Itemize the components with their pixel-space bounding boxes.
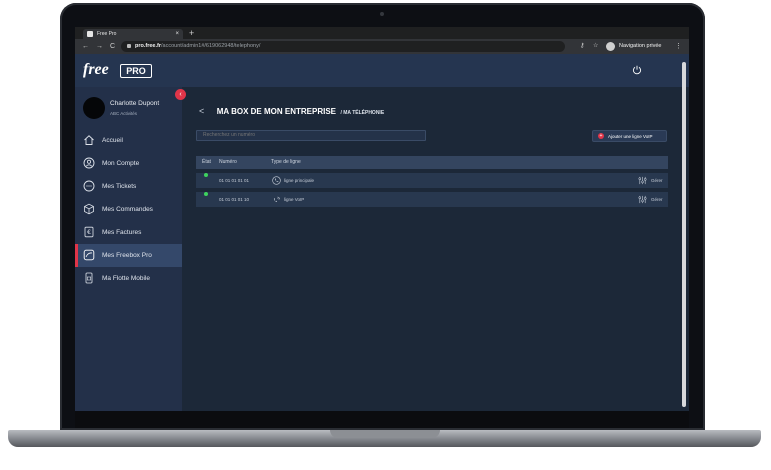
- url-input[interactable]: pro.free.fr/account/admin1#/61906294​8/t…: [121, 41, 565, 52]
- sidebar-item-accueil[interactable]: Accueil: [75, 129, 182, 152]
- sidebar-item-mes-freebox-pro[interactable]: Mes Freebox Pro: [75, 244, 182, 267]
- url-domain: pro.free.fr: [135, 43, 161, 49]
- forward-arrow-icon[interactable]: →: [96, 39, 103, 54]
- user-company: ABC Activités: [110, 111, 138, 116]
- freebox-icon: [83, 249, 95, 261]
- lock-icon: [127, 44, 131, 48]
- table-row[interactable]: 01 01 01 01 10 ligne VoIP Gérer: [196, 192, 668, 207]
- svg-text:€: €: [87, 229, 91, 236]
- tab-title: Free Pro: [97, 31, 117, 37]
- sidebar-item-label: Ma Flotte Mobile: [102, 275, 151, 282]
- header-line-type: Type de ligne: [271, 159, 301, 165]
- laptop-screen-chin: [75, 411, 689, 428]
- plus-icon: +: [598, 133, 604, 139]
- manage-link[interactable]: Gérer: [651, 192, 663, 207]
- line-type: ligne principale: [284, 178, 315, 183]
- add-voip-line-button[interactable]: + Ajouter une ligne VoIP: [592, 130, 667, 142]
- invoices-icon: €: [84, 226, 94, 238]
- reload-icon[interactable]: C: [110, 39, 115, 54]
- browser-tab-strip: Free Pro × +: [75, 27, 689, 39]
- sidebar-item-label: Mes Tickets: [102, 183, 137, 190]
- back-chevron-icon[interactable]: <: [199, 106, 204, 116]
- sidebar-item-label: Mes Factures: [102, 229, 142, 236]
- settings-sliders-icon[interactable]: [638, 176, 647, 185]
- sidebar-item-ma-flotte-mobile[interactable]: Ma Flotte Mobile: [75, 267, 182, 290]
- browser-menu-icon[interactable]: ⋮: [675, 39, 682, 54]
- power-icon[interactable]: [632, 65, 642, 75]
- tab-close-icon[interactable]: ×: [175, 29, 179, 39]
- webcam: [380, 12, 384, 16]
- new-tab-button[interactable]: +: [189, 27, 194, 39]
- sidebar-item-label: Mes Commandes: [102, 206, 153, 213]
- sidebar-item-mes-factures[interactable]: € Mes Factures: [75, 221, 182, 244]
- table-header: État Numéro Type de ligne: [196, 156, 668, 169]
- private-label: Navigation privée: [619, 43, 662, 49]
- url-path: /account/admin1#/61906294​8/telephony/: [160, 43, 261, 49]
- settings-sliders-icon[interactable]: [638, 195, 647, 204]
- page-scrollbar[interactable]: [682, 62, 686, 407]
- status-active-dot: [204, 192, 208, 196]
- sidebar-item-mes-tickets[interactable]: Mes Tickets: [75, 175, 182, 198]
- screen: Free Pro × + ← → C pro.free.fr/account/a…: [75, 27, 689, 411]
- laptop-opening-notch: [330, 430, 440, 438]
- user-name: Charlotte Dupont: [110, 100, 160, 107]
- page-title: < MA BOX DE MON ENTREPRISE / MA TÉLÉPHON…: [199, 101, 384, 119]
- back-arrow-icon[interactable]: ←: [82, 39, 89, 54]
- phone-lines-table: État Numéro Type de ligne 01 01 01 01 01…: [196, 156, 668, 207]
- header-state: État: [202, 159, 211, 165]
- line-number: 01 01 01 01 10: [219, 197, 250, 202]
- sidebar: Charlotte Dupont ABC Activités Accueil M…: [75, 87, 182, 411]
- home-icon: [84, 135, 94, 145]
- account-icon: [83, 157, 95, 169]
- orders-icon: [84, 203, 94, 215]
- logo-text: free: [83, 61, 109, 78]
- browser-tab[interactable]: Free Pro ×: [83, 29, 183, 39]
- status-active-dot: [204, 173, 208, 177]
- sidebar-item-mon-compte[interactable]: Mon Compte: [75, 152, 182, 175]
- sidebar-item-label: Accueil: [102, 137, 123, 144]
- add-voip-line-label: Ajouter une ligne VoIP: [608, 134, 653, 139]
- logo-badge: PRO: [120, 64, 152, 78]
- avatar[interactable]: [83, 97, 105, 119]
- line-type: ligne VoIP: [284, 197, 305, 202]
- voip-icon: [273, 196, 281, 203]
- search-input[interactable]: [196, 130, 426, 141]
- phone-icon: [272, 176, 281, 185]
- sidebar-item-label: Mon Compte: [102, 160, 140, 167]
- mobile-fleet-icon: [85, 272, 93, 284]
- table-row[interactable]: 01 01 01 01 01 ligne principale Gérer: [196, 173, 668, 188]
- page-title-sub: / MA TÉLÉPHONIE: [340, 110, 385, 116]
- favicon-icon: [87, 31, 93, 37]
- page-title-main: MA BOX DE MON ENTREPRISE: [216, 107, 336, 116]
- header-number: Numéro: [219, 159, 237, 165]
- tickets-icon: [83, 180, 95, 192]
- line-number: 01 01 01 01 01: [219, 178, 250, 183]
- key-icon[interactable]: ⚷: [580, 39, 584, 54]
- sidebar-item-label: Mes Freebox Pro: [102, 252, 152, 259]
- star-icon[interactable]: ☆: [593, 39, 598, 54]
- manage-link[interactable]: Gérer: [651, 173, 663, 188]
- sidebar-collapse-button[interactable]: ‹: [175, 89, 186, 100]
- browser-address-bar: ← → C pro.free.fr/account/admin1#/619062…: [75, 39, 689, 54]
- main-content: < MA BOX DE MON ENTREPRISE / MA TÉLÉPHON…: [182, 87, 689, 411]
- app-header: free PRO: [75, 54, 689, 87]
- sidebar-item-mes-commandes[interactable]: Mes Commandes: [75, 198, 182, 221]
- incognito-icon: [606, 42, 615, 51]
